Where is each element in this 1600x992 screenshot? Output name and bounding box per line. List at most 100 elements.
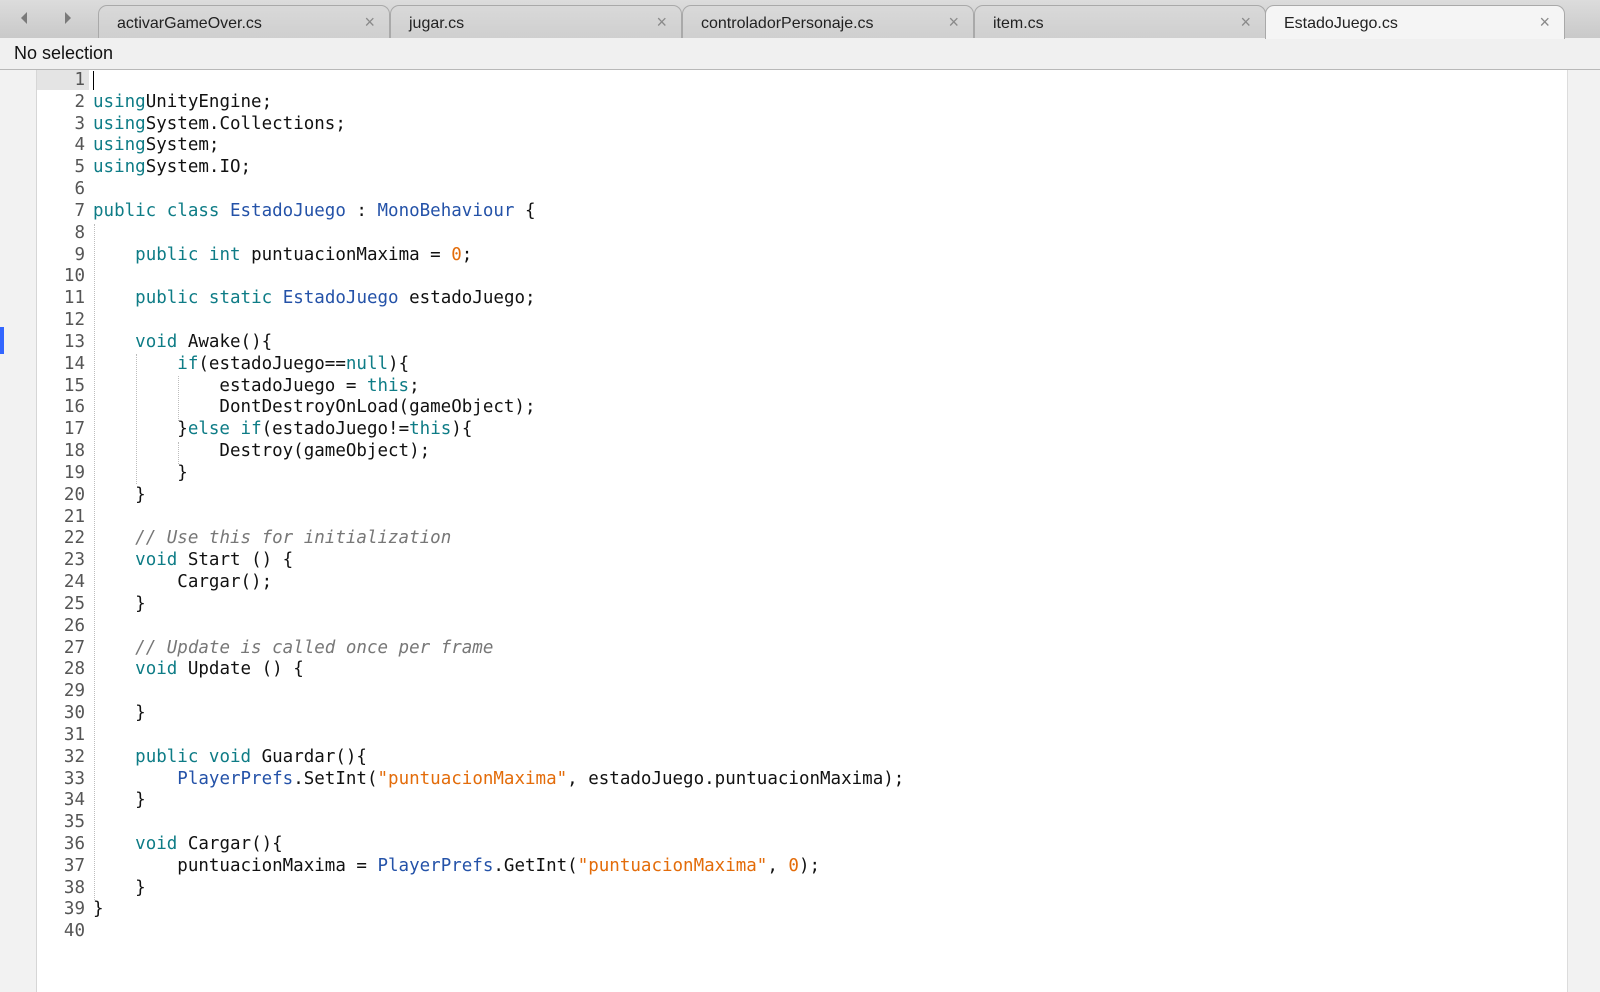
code-line[interactable]: 4 usingSystem; [37,135,1557,157]
code-line[interactable]: 37 puntuacionMaxima = PlayerPrefs.GetInt… [37,856,1557,878]
code-line[interactable]: 19 } [37,463,1557,485]
code-line[interactable]: 21 [37,507,1557,529]
code-token: } [93,593,146,614]
code-line[interactable]: 26 [37,616,1557,638]
code-line[interactable]: 29 [37,681,1557,703]
code-editor[interactable]: 1 2 usingUnityEngine; 3 usingSystem.Collecti… [0,70,1600,992]
tab-label: jugar.cs [409,15,465,32]
line-number: 14 [63,353,85,374]
code-line[interactable]: 5 usingSystem.IO; [37,157,1557,179]
code-line[interactable]: 15 estadoJuego = this; [37,376,1557,398]
code-line[interactable]: 24 Cargar(); [37,572,1557,594]
line-number: 37 [63,855,85,876]
code-line[interactable]: 9 public int puntuacionMaxima = 0; [37,245,1557,267]
code-line[interactable]: 11 public static EstadoJuego estadoJuego… [37,288,1557,310]
code-line[interactable]: 40 [37,921,1557,943]
chevron-left-icon[interactable] [14,8,34,28]
code-line[interactable]: 16 DontDestroyOnLoad(gameObject); [37,397,1557,419]
code-line[interactable]: 10 [37,266,1557,288]
code-token: if [177,353,199,374]
indent-guide [94,224,95,900]
code-token: "puntuacionMaxima" [377,768,568,789]
code-line[interactable]: 22 // Use this for initialization [37,528,1557,550]
tab-activargameover[interactable]: activarGameOver.cs × [98,5,390,38]
code-line[interactable]: 6 [37,179,1557,201]
code-token: using [93,135,146,156]
code-token: void [135,833,178,854]
code-token: Awake(){ [177,331,273,352]
chevron-right-icon[interactable] [58,8,78,28]
code-line[interactable]: 25 } [37,594,1557,616]
close-icon[interactable]: × [364,12,375,32]
line-number: 34 [63,790,85,811]
tab-item[interactable]: item.cs × [974,5,1266,38]
line-number: 24 [63,572,85,593]
code-line[interactable]: 39} [37,899,1557,921]
close-icon[interactable]: × [1539,12,1550,32]
code-line[interactable]: 28 void Update () { [37,659,1557,681]
tab-controladorpersonaje[interactable]: controladorPersonaje.cs × [682,5,974,38]
code-line[interactable]: 12 [37,310,1557,332]
code-text: public void Guardar(){ [93,747,367,769]
code-text: } [93,878,146,900]
code-line[interactable]: 7 public class EstadoJuego : MonoBehaviou… [37,201,1557,223]
code-line[interactable]: 38 } [37,878,1557,900]
code-line[interactable]: 34 } [37,790,1557,812]
code-line[interactable]: 32 public void Guardar(){ [37,747,1557,769]
code-text: DontDestroyOnLoad(gameObject); [93,397,535,419]
code-token: } [93,462,188,483]
code-text: estadoJuego = this; [93,376,419,398]
code-token: UnityEngine; [145,91,273,112]
code-token: } [93,703,146,724]
line-number: 10 [63,266,85,287]
line-number: 16 [63,397,85,418]
tab-estadojuego[interactable]: EstadoJuego.cs × [1265,5,1565,39]
line-number: 7 [74,200,85,221]
code-line[interactable]: 23 void Start () { [37,550,1557,572]
code-text: public static EstadoJuego estadoJuego; [93,288,535,310]
code-text: usingUnityEngine; [93,92,272,114]
close-icon[interactable]: × [948,12,959,32]
code-line[interactable]: 8 [37,223,1557,245]
close-icon[interactable]: × [656,12,667,32]
code-line[interactable]: 2 usingUnityEngine; [37,92,1557,114]
indent-guide [178,442,179,464]
code-token: using [93,157,146,178]
line-number: 4 [74,135,85,156]
code-line[interactable]: 18 Destroy(gameObject); [37,441,1557,463]
code-line[interactable]: 1 [37,70,1557,92]
code-line[interactable]: 31 [37,725,1557,747]
line-number: 20 [63,484,85,505]
code-token: System; [145,135,220,156]
code-token: Cargar(){ [177,833,283,854]
code-lines[interactable]: 1 2 usingUnityEngine; 3 usingSystem.Collecti… [37,70,1557,943]
indent-guide [136,354,137,484]
code-line[interactable]: 33 PlayerPrefs.SetInt("puntuacionMaxima"… [37,769,1557,791]
code-line[interactable]: 14 if(estadoJuego==null){ [37,354,1557,376]
code-token: puntuacionMaxima = [240,244,452,265]
code-token: public [135,746,199,767]
code-line[interactable]: 27 // Update is called once per frame [37,638,1557,660]
code-line[interactable]: 17 }else if(estadoJuego!=this){ [37,419,1557,441]
line-marker [0,327,4,354]
code-token: MonoBehaviour [377,200,515,221]
code-token: PlayerPrefs [377,855,494,876]
indent-guide [178,376,179,421]
code-line[interactable]: 30 } [37,703,1557,725]
code-line[interactable]: 3 usingSystem.Collections; [37,114,1557,136]
code-line[interactable]: 20 } [37,485,1557,507]
code-line[interactable]: 13 void Awake(){ [37,332,1557,354]
code-line[interactable]: 36 void Cargar(){ [37,834,1557,856]
tab-label: activarGameOver.cs [117,15,262,32]
line-number: 21 [63,506,85,527]
tab-jugar[interactable]: jugar.cs × [390,5,682,38]
code-token: class [166,200,230,221]
close-icon[interactable]: × [1240,12,1251,32]
code-token: else [187,419,230,440]
line-number: 31 [63,724,85,745]
code-line[interactable]: 35 [37,812,1557,834]
line-number: 40 [63,921,85,942]
